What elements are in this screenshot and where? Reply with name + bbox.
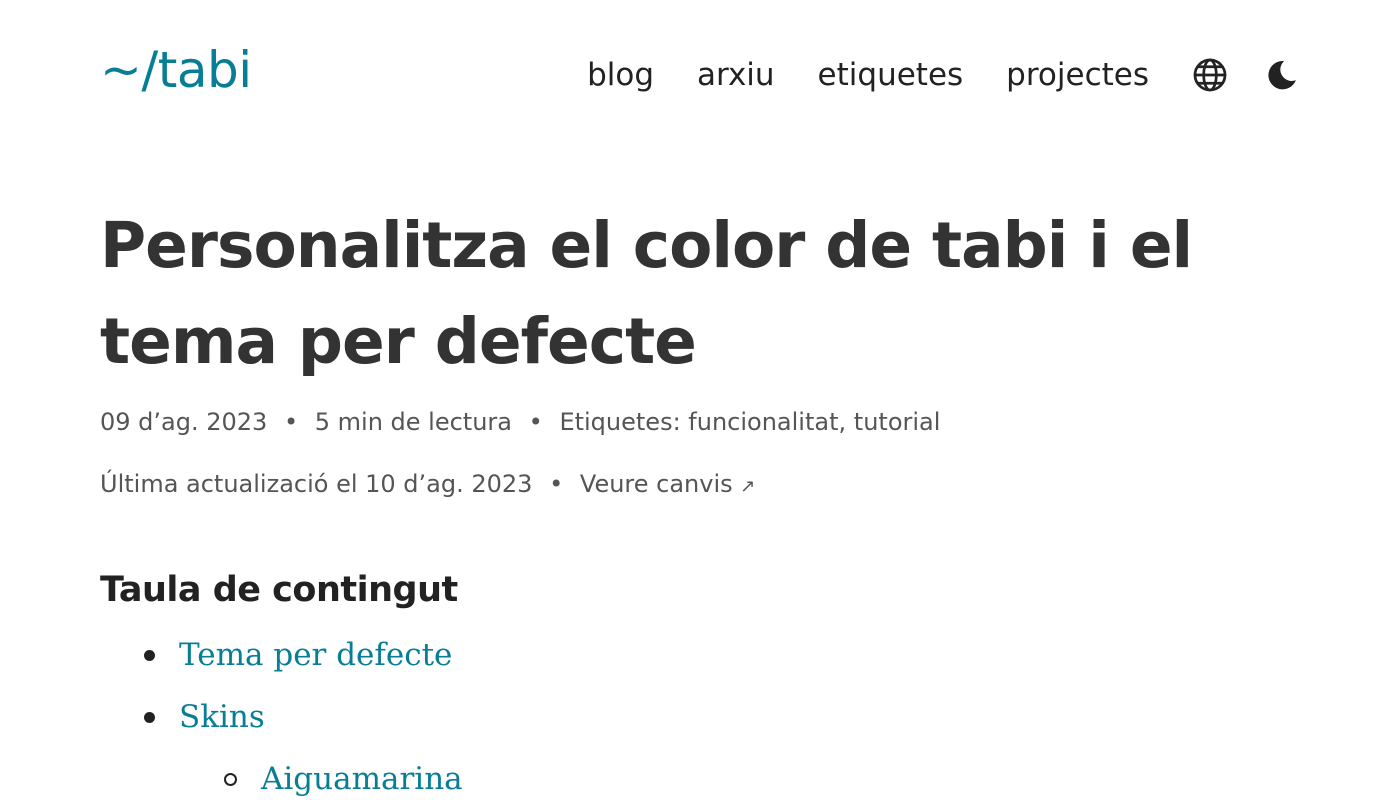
meta-separator: • <box>528 408 543 436</box>
external-link-icon: ↗ <box>740 476 756 497</box>
site-header: ~/tabi blog arxiu etiquetes projectes <box>0 0 1400 140</box>
globe-icon[interactable] <box>1192 57 1228 93</box>
last-updated-text: Última actualizació el 10 d’ag. 2023 <box>100 470 533 498</box>
article-meta: 09 d’ag. 2023 • 5 min de lectura • Etiqu… <box>100 406 940 438</box>
toc-subitem: Aiguamarina <box>224 757 463 800</box>
article-update-info: Última actualizació el 10 d’ag. 2023 • V… <box>100 468 755 503</box>
main-nav: blog arxiu etiquetes projectes <box>587 50 1300 100</box>
tag-link-funcionalitat[interactable]: funcionalitat <box>688 408 838 436</box>
nav-link-archive[interactable]: arxiu <box>697 50 775 100</box>
article-title: Personalitza el color de tabi i el tema … <box>100 209 1193 378</box>
toc-title: Taula de contingut <box>100 570 458 610</box>
bullet-icon <box>144 711 155 723</box>
meta-separator: • <box>283 408 299 436</box>
nav-link-blog[interactable]: blog <box>587 50 654 100</box>
nav-link-projects[interactable]: projectes <box>1006 50 1149 100</box>
hollow-bullet-icon <box>224 772 237 786</box>
view-changes-link[interactable]: Veure canvis ↗ <box>580 470 756 498</box>
view-changes-label: Veure canvis <box>579 470 733 498</box>
site-logo-link[interactable]: ~/tabi <box>100 38 252 102</box>
tag-link-tutorial[interactable]: tutorial <box>854 408 941 436</box>
toc-link-default-theme[interactable]: Tema per defecte <box>179 633 452 677</box>
toc-item: Tema per defecte <box>144 633 452 677</box>
bullet-icon <box>144 649 155 661</box>
reading-time: 5 min de lectura <box>314 408 512 436</box>
article-date: 09 d’ag. 2023 <box>100 408 268 436</box>
nav-link-tags[interactable]: etiquetes <box>818 50 964 100</box>
tags-joiner: , <box>838 408 847 436</box>
moon-icon[interactable] <box>1264 57 1300 93</box>
toc-link-aiguamarina[interactable]: Aiguamarina <box>261 757 463 800</box>
toc-item: Skins <box>144 695 265 739</box>
tags-label: Etiquetes: <box>559 408 681 436</box>
meta-separator: • <box>549 470 564 498</box>
toc-link-skins[interactable]: Skins <box>179 695 265 739</box>
